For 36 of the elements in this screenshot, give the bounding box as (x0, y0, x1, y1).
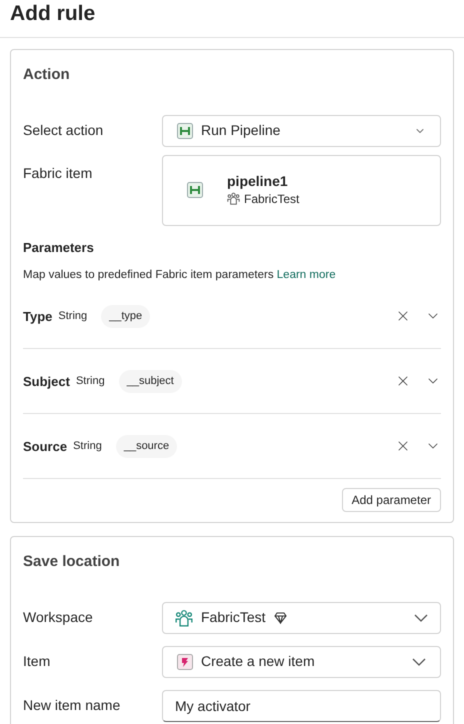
parameter-name: Type (23, 308, 52, 326)
item-name-field[interactable]: My activator (162, 690, 441, 722)
page-title: Add rule (10, 1, 96, 27)
parameter-value[interactable]: __subject (118, 370, 182, 392)
parameter-name: Subject (23, 372, 70, 391)
people-icon (227, 192, 240, 205)
parameter-name: Source (23, 438, 68, 456)
pipeline-icon (177, 122, 193, 138)
people-icon (175, 608, 193, 627)
field-label: New item name (23, 696, 122, 716)
workspace-name: FabricTest (244, 190, 300, 208)
parameters-heading: Parameters (23, 238, 95, 256)
diamond-icon (274, 612, 287, 624)
workspace-dropdown[interactable]: FabricTest (162, 602, 441, 634)
field-label: Fabric item (23, 164, 94, 182)
fabric-item-card[interactable]: pipeline1 FabricTest (162, 154, 441, 226)
field-label: Select action (23, 121, 104, 140)
action-dropdown[interactable]: Run Pipeline (162, 114, 441, 146)
section-heading: Action (23, 65, 71, 85)
chevron-icon (412, 658, 426, 666)
chevron-icon (414, 614, 428, 622)
add-parameter-button[interactable]: Add parameter (342, 488, 441, 512)
field-label: Workspace (23, 608, 94, 628)
parameters-description: Map values to predefined Fabric item parameters Learn more (23, 268, 337, 283)
parameter-type: String (58, 309, 88, 324)
parameter-value[interactable]: __source (116, 435, 178, 458)
field-label: Item (23, 652, 52, 672)
item-dropdown[interactable]: Create a new item (162, 646, 441, 678)
learn-more-link[interactable]: Learn more (276, 269, 336, 281)
activator-icon (177, 654, 193, 670)
item-name: pipeline1 (227, 172, 289, 190)
pipeline-icon (187, 182, 203, 198)
parameter-value[interactable]: __type (101, 305, 150, 328)
section-heading: Save location (23, 552, 121, 572)
parameter-type: String (76, 374, 105, 389)
parameter-type: String (73, 439, 102, 454)
